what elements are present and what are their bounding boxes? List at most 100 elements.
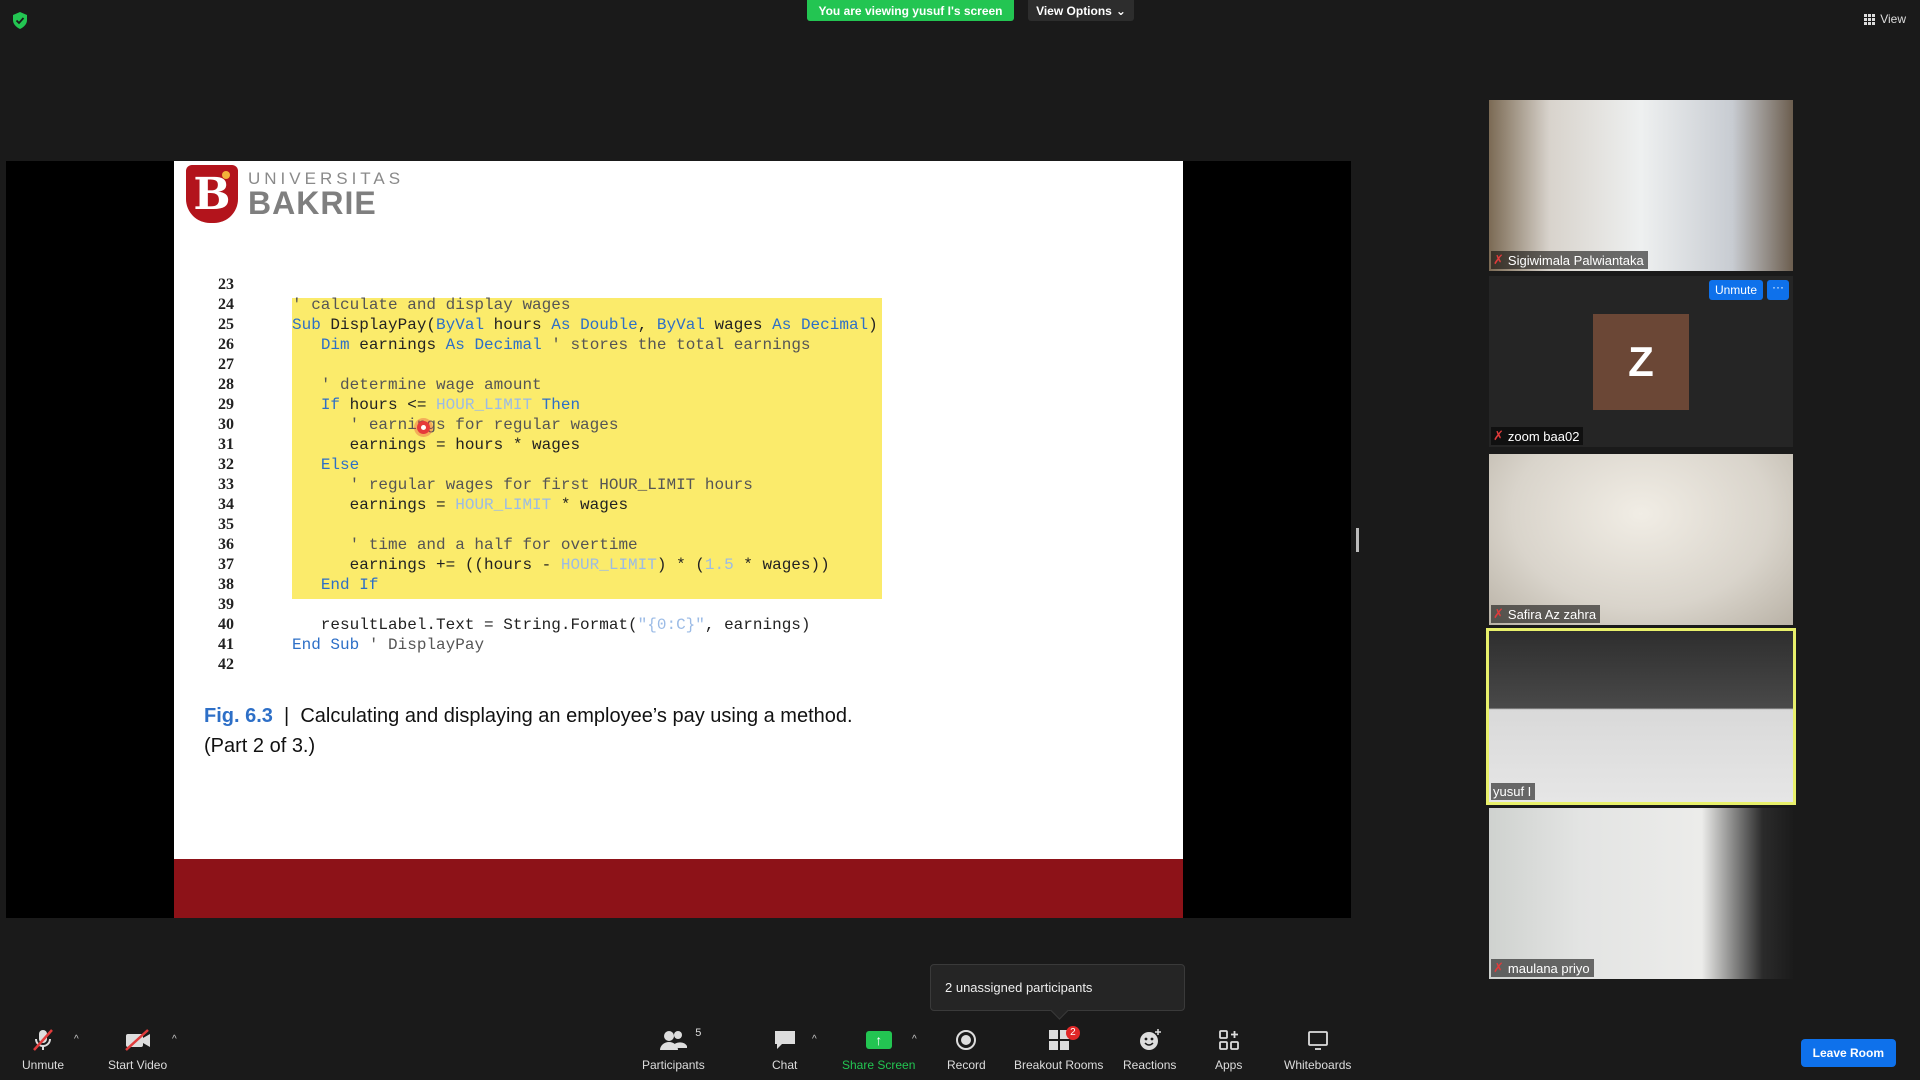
line-number: 35 (218, 516, 234, 533)
share-screen-button[interactable]: ↑ Share Screen (842, 1028, 915, 1072)
code-line: ' calculate and display wages (292, 296, 571, 314)
leave-room-button[interactable]: Leave Room (1800, 1039, 1896, 1067)
view-label: View (1880, 12, 1906, 26)
apps-icon (1218, 1028, 1240, 1052)
apps-button[interactable]: Apps (1215, 1028, 1242, 1072)
line-number: 38 (218, 576, 234, 593)
code-line: resultLabel.Text = String.Format("{0:C}"… (292, 616, 811, 634)
code-line: If hours <= HOUR_LIMIT Then (320, 396, 581, 414)
record-label: Record (947, 1058, 986, 1072)
code-line: earnings = HOUR_LIMIT * wages (292, 496, 629, 514)
participant-name-tag: ✗ maulana priyo (1491, 959, 1594, 977)
chat-label: Chat (772, 1058, 798, 1072)
logo-top-text: UNIVERSITAS (248, 168, 405, 188)
tooltip-text: 2 unassigned participants (945, 980, 1093, 995)
participant-tile[interactable]: ✗ maulana priyo (1489, 808, 1793, 979)
code-line: End Sub ' DisplayPay (292, 636, 485, 654)
participants-label: Participants (642, 1058, 705, 1072)
line-number: 29 (218, 396, 234, 413)
chat-icon (773, 1028, 797, 1052)
unmute-button[interactable]: Unmute (22, 1028, 64, 1072)
meeting-toolbar: Unmute ^ Start Video ^ 5 Participants Ch… (0, 1022, 1920, 1080)
apps-label: Apps (1215, 1058, 1243, 1072)
code-block: ' calculate and display wages Sub Display… (292, 295, 878, 655)
line-number: 27 (218, 356, 234, 373)
unmute-participant-button[interactable]: Unmute (1708, 280, 1763, 300)
logo-mark: B (186, 165, 238, 223)
chevron-down-icon: ⌄ (1115, 3, 1126, 18)
breakout-rooms-button[interactable]: 2 Breakout Rooms (1014, 1026, 1104, 1072)
line-number: 26 (218, 336, 234, 353)
reactions-label: Reactions (1123, 1058, 1177, 1072)
mic-muted-icon: ✗ (1493, 252, 1504, 267)
avatar: Z (1593, 314, 1689, 410)
slide-footer-bar (174, 859, 1183, 918)
whiteboards-label: Whiteboards (1284, 1058, 1352, 1072)
security-shield-icon[interactable] (12, 12, 28, 29)
unmute-label: Unmute (22, 1058, 65, 1072)
mic-muted-icon: ✗ (1493, 428, 1504, 443)
microphone-muted-icon (31, 1028, 55, 1052)
caption-figure-number: Fig. 6.3 (204, 705, 273, 727)
whiteboards-button[interactable]: Whiteboards (1284, 1028, 1351, 1072)
record-button[interactable]: Record (947, 1028, 986, 1072)
participant-name: Sigiwimala Palwiantaka (1507, 252, 1644, 268)
line-number: 39 (218, 596, 234, 613)
line-number: 36 (218, 536, 234, 553)
grid-icon (1864, 13, 1876, 25)
participant-name: yusuf I (1493, 784, 1532, 799)
breakout-badge: 2 (1066, 1026, 1080, 1040)
chat-button[interactable]: Chat (772, 1028, 797, 1072)
participant-tile[interactable]: ✗ Sigiwimala Palwiantaka (1489, 100, 1793, 271)
code-line: Sub DisplayPay(ByVal hours As Double, By… (292, 316, 878, 334)
code-line: ' regular wages for first HOUR_LIMIT hou… (349, 476, 753, 494)
share-screen-label: Share Screen (842, 1058, 916, 1072)
panel-resize-handle[interactable] (1356, 528, 1359, 552)
viewing-screen-banner: You are viewing yusuf I's screen (807, 0, 1014, 21)
view-options-button[interactable]: View Options ⌄ (1028, 0, 1134, 21)
start-video-button[interactable]: Start Video (108, 1028, 167, 1072)
video-options-caret-icon[interactable]: ^ (172, 1034, 177, 1045)
audio-options-caret-icon[interactable]: ^ (74, 1034, 79, 1045)
unassigned-participants-tooltip[interactable]: 2 unassigned participants (930, 964, 1185, 1011)
code-line-numbers: 23 24 25 26 27 28 29 30 31 32 33 34 35 3… (204, 275, 234, 675)
participant-name: zoom baa02 (1507, 428, 1580, 444)
participants-icon: 5 (659, 1027, 701, 1052)
participants-button[interactable]: 5 Participants (642, 1027, 705, 1072)
more-options-button[interactable]: ··· (1767, 280, 1789, 300)
share-screen-icon: ↑ (865, 1028, 892, 1052)
view-layout-button[interactable]: View (1864, 12, 1906, 26)
line-number: 23 (218, 276, 234, 293)
caption-separator: | (284, 705, 290, 727)
line-number: 42 (218, 656, 234, 673)
breakout-rooms-label: Breakout Rooms (1014, 1058, 1104, 1072)
line-number: 34 (218, 496, 234, 513)
caption-text: Calculating and displaying an employee’s… (204, 705, 853, 757)
line-number: 40 (218, 616, 234, 633)
chat-options-caret-icon[interactable]: ^ (812, 1034, 817, 1045)
code-line: Dim earnings As Decimal ' stores the tot… (320, 336, 811, 354)
code-line: End If (320, 576, 379, 594)
share-options-caret-icon[interactable]: ^ (912, 1034, 917, 1045)
reactions-button[interactable]: Reactions (1123, 1028, 1176, 1072)
figure-caption: Fig. 6.3 | Calculating and displaying an… (204, 701, 854, 761)
laser-pointer (417, 421, 430, 434)
record-icon (955, 1028, 977, 1052)
whiteboard-icon (1307, 1028, 1329, 1052)
code-line: ' determine wage amount (320, 376, 542, 394)
code-line: earnings = hours * wages (292, 436, 581, 454)
line-number: 24 (218, 296, 234, 313)
shared-screen: B UNIVERSITAS BAKRIE 23 24 25 26 27 28 2… (6, 161, 1351, 918)
participant-name-tag: ✗ zoom baa02 (1491, 427, 1584, 445)
mic-muted-icon: ✗ (1493, 960, 1504, 975)
participant-tile[interactable]: ✗ Safira Az zahra (1489, 454, 1793, 625)
line-number: 28 (218, 376, 234, 393)
participant-tile[interactable]: Unmute ··· Z ✗ zoom baa02 (1489, 276, 1793, 447)
code-line: Else (320, 456, 360, 474)
active-speaker-tile[interactable]: yusuf I (1486, 628, 1796, 805)
participant-name: Safira Az zahra (1507, 606, 1597, 622)
code-line: earnings += ((hours - HOUR_LIMIT) * (1.5… (292, 556, 830, 574)
presentation-slide: B UNIVERSITAS BAKRIE 23 24 25 26 27 28 2… (174, 161, 1183, 918)
